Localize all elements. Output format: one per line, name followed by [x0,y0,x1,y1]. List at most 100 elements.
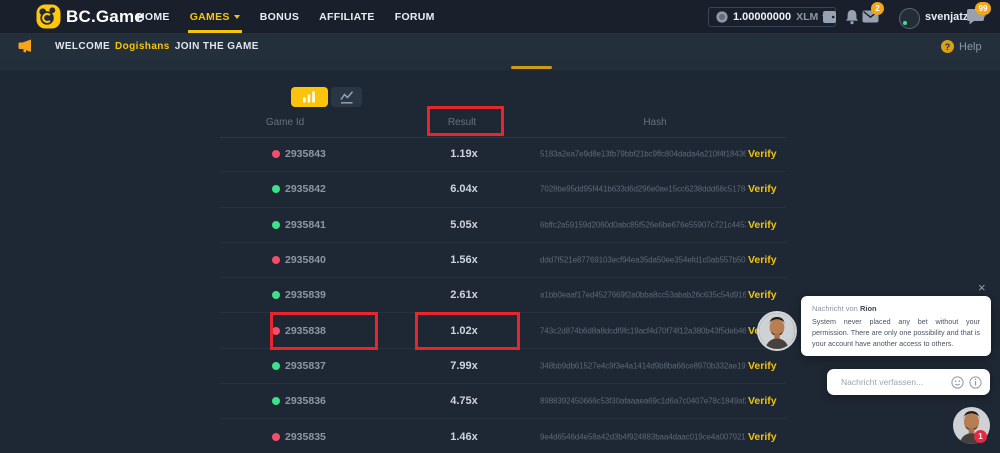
game-id: 2935839 [285,289,326,301]
message-sender-name: Rion [860,304,877,313]
result-value: 5.05x [404,219,524,231]
chevron-down-icon [234,15,240,19]
join-the-game-label: JOIN THE GAME [175,41,259,52]
question-mark-icon: ? [941,40,954,53]
mail-badge: 2 [871,2,884,15]
table-row: 2935835 1.46x 9e4d6546d4e58a42d3b4f92488… [220,419,786,453]
hash-value: 8988392450666c53f30afaaaea69c1d6a7c0407e… [540,397,746,406]
table-row: 2935841 5.05x 6bffc2a59159d2060d0abc85f5… [220,208,786,243]
chat-input[interactable] [841,377,946,387]
annotation-box-result-header [427,106,504,136]
annotation-box-game-id [270,312,378,350]
result-value: 1.56x [404,254,524,266]
game-id: 2935843 [285,148,326,160]
status-dot [272,433,280,441]
verify-link[interactable]: Verify [748,360,777,372]
nav-item-home[interactable]: HOME [137,0,170,33]
coin-icon [716,11,728,23]
table-body: 2935843 1.19x 5183a2ea7e9d8e13fb79bbf21b… [220,137,786,453]
info-icon[interactable] [969,376,982,389]
bell-icon [845,9,859,25]
status-dot [272,221,280,229]
balance-amount: 1.00000000 [733,11,791,23]
status-dot [272,291,280,299]
hash-value: ddd7f521e87769103ecf94ea35da50ee354efd1c… [540,256,746,265]
chat-input-bar [827,369,990,395]
tab-indicator [511,66,552,69]
chat-message-card: Nachricht von Rion System never placed a… [801,296,991,356]
table-row: 2935837 7.99x 348bb9db61527e4c9f3e4a1414… [220,349,786,384]
hash-value: 9e4d6546d4e58a42d3b4f924883baa4daac019ce… [540,432,746,441]
message-text: System never placed any bet without your… [812,317,980,349]
verify-link[interactable]: Verify [748,183,777,195]
nav-item-forum[interactable]: FORUM [395,0,435,33]
game-id: 2935842 [285,183,326,195]
result-value: 4.75x [404,395,524,407]
result-value: 1.46x [404,431,524,443]
hash-value: 7028be95dd95f441b633d6d296e0ae15cc6238dd… [540,185,746,194]
result-value: 2.61x [404,289,524,301]
status-dot [272,362,280,370]
column-header-game-id: Game Id [235,114,335,130]
game-id: 2935841 [285,219,326,231]
result-value: 7.99x [404,360,524,372]
hash-value: 5183a2ea7e9d8e13fb79bbf21bc9ffc804dada4a… [540,150,746,159]
verify-link[interactable]: Verify [748,254,777,266]
game-id: 2935837 [285,360,326,372]
table-row: 2935843 1.19x 5183a2ea7e9d8e13fb79bbf21b… [220,137,786,172]
hash-value: 6bffc2a59159d2060d0abc85f526e6be676e5590… [540,220,746,229]
chart-view-button[interactable] [291,87,328,107]
notifications-button[interactable] [845,0,859,33]
chat-badge: 99 [975,2,991,15]
header: BC.Game HOME GAMES BONUS AFFILIATE FORUM… [0,0,1000,33]
verify-link[interactable]: Verify [748,289,777,301]
balance-selector[interactable]: 1.00000000 XLM [708,7,836,27]
line-chart-icon [340,91,354,104]
game-id: 2935836 [285,395,326,407]
user-avatar[interactable] [899,8,920,29]
help-link[interactable]: ? Help [941,33,982,60]
verify-link[interactable]: Verify [748,395,777,407]
hash-value: a1bb0eaaf17ed4527669f2a0bba8cc53abab26c6… [540,291,746,300]
nav-item-bonus[interactable]: BONUS [260,0,299,33]
result-value: 1.19x [404,148,524,160]
unread-badge: 1 [974,430,987,443]
game-id: 2935840 [285,254,326,266]
game-id: 2935835 [285,431,326,443]
trend-view-button[interactable] [331,87,362,107]
presence-indicator [903,21,907,25]
table-row: 2935840 1.56x ddd7f521e87769103ecf94ea35… [220,243,786,278]
bc-logo-icon[interactable] [36,4,61,29]
status-dot [272,185,280,193]
column-header-hash: Hash [600,114,710,130]
status-dot [272,256,280,264]
hash-value: 743c2d874b6d8a8dcdf9fc19acf4d70f74f12a38… [540,326,746,335]
nav-item-games[interactable]: GAMES [190,0,240,33]
wallet-button[interactable] [821,0,838,33]
status-dot [272,150,280,158]
wallet-icon [821,10,838,24]
announcement-bar: WELCOME Dogishans JOIN THE GAME ? Help [0,33,1000,60]
welcome-label: WELCOME [55,41,110,52]
verify-link[interactable]: Verify [748,431,777,443]
close-icon[interactable]: × [978,281,986,294]
table-row: 2935839 2.61x a1bb0eaaf17ed4527669f2a0bb… [220,278,786,313]
tab-bar-strip [0,60,1000,70]
bar-chart-icon [302,91,317,103]
main-nav: HOME GAMES BONUS AFFILIATE FORUM [137,0,435,33]
nav-item-affiliate[interactable]: AFFILIATE [319,0,375,33]
bc-game-page: BC.Game HOME GAMES BONUS AFFILIATE FORUM… [0,0,1000,453]
verify-link[interactable]: Verify [748,219,777,231]
table-row: 2935836 4.75x 8988392450666c53f30afaaaea… [220,384,786,419]
megaphone-icon [18,39,34,53]
currency-label: XLM [796,11,818,23]
annotation-box-result-value [415,312,520,350]
result-value: 6.04x [404,183,524,195]
hash-value: 348bb9db61527e4c9f3e4a1414d9b8ba66ce8970… [540,361,746,370]
verify-link[interactable]: Verify [748,148,777,160]
emoji-icon[interactable] [951,376,964,389]
brand-name[interactable]: BC.Game [66,0,144,33]
welcome-username[interactable]: Dogishans [115,41,170,52]
table-row: 2935842 6.04x 7028be95dd95f441b633d6d296… [220,172,786,207]
sender-avatar [757,311,797,351]
